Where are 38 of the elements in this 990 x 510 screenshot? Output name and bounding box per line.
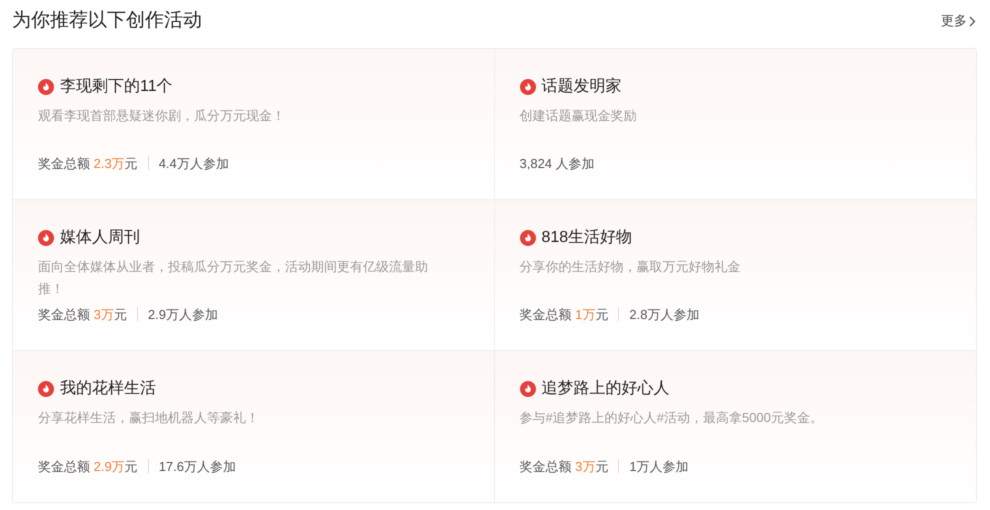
activity-card[interactable]: 媒体人周刊 面向全体媒体从业者，投稿瓜分万元奖金，活动期间更有亿级流量助推！ 奖金总额 3万元 2.9万人参加: [13, 200, 494, 351]
flame-icon: [520, 381, 536, 397]
participant-count: 2.9万人参加: [148, 306, 218, 324]
activity-title: 话题发明家: [542, 76, 622, 97]
activity-description: 参与#追梦路上的好心人#活动，最高拿5000元奖金。: [520, 409, 824, 427]
activity-card[interactable]: 我的花样生活 分享花样生活，赢扫地机器人等豪礼！ 奖金总额 2.9万元 17.6万人参加: [13, 351, 494, 502]
participant-count: 17.6万人参加: [158, 458, 236, 476]
flame-icon: [520, 79, 536, 95]
flame-icon: [520, 230, 536, 246]
prize-total: 奖金总额 3万元: [38, 306, 127, 324]
participant-count: 3,824 人参加: [520, 154, 595, 172]
chevron-right-icon: [969, 16, 976, 26]
activity-card[interactable]: 李现剩下的11个 观看李现首部悬疑迷你剧，瓜分万元现金！ 奖金总额 2.3万元 4.4万人参加: [13, 49, 494, 200]
prize-total: 奖金总额 3万元: [520, 458, 608, 476]
flame-icon: [38, 79, 54, 95]
flame-icon: [38, 381, 54, 397]
activity-card[interactable]: 追梦路上的好心人 参与#追梦路上的好心人#活动，最高拿5000元奖金。 奖金总额 3万元 1万人参加: [494, 351, 976, 502]
prize-total: 奖金总额 2.9万元: [38, 458, 138, 476]
activity-description: 观看李现首部悬疑迷你剧，瓜分万元现金！: [38, 107, 286, 125]
prize-total: 奖金总额 2.3万元: [38, 154, 138, 172]
more-link[interactable]: 更多: [941, 11, 976, 31]
activity-card[interactable]: 话题发明家 创建话题赢现金奖励 3,824 人参加: [494, 49, 976, 200]
activity-description: 分享花样生活，赢扫地机器人等豪礼！: [38, 409, 260, 427]
activity-title: 818生活好物: [542, 228, 632, 248]
activity-title: 媒体人周刊: [60, 228, 140, 248]
activity-title: 我的花样生活: [60, 378, 156, 399]
participant-count: 1万人参加: [629, 458, 689, 476]
prize-total: 奖金总额 1万元: [520, 306, 608, 324]
activity-description: 创建话题赢现金奖励: [520, 107, 638, 125]
participant-count: 4.4万人参加: [158, 154, 229, 172]
participant-count: 2.8万人参加: [629, 306, 700, 324]
activity-description: 面向全体媒体从业者，投稿瓜分万元奖金，活动期间更有亿级流量助推！: [38, 258, 429, 298]
activity-card[interactable]: 818生活好物 分享你的生活好物，赢取万元好物礼金 奖金总额 1万元 2.8万人参加: [494, 200, 976, 351]
activity-description: 分享你的生活好物，赢取万元好物礼金: [520, 258, 742, 276]
activity-title: 李现剩下的11个: [60, 76, 173, 97]
activity-title: 追梦路上的好心人: [542, 378, 670, 399]
section-title: 为你推荐以下创作活动: [12, 8, 202, 33]
flame-icon: [38, 230, 54, 246]
